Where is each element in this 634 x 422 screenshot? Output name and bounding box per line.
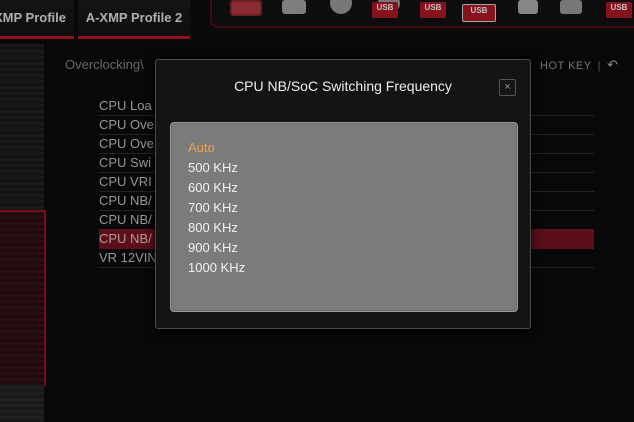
option-800-khz[interactable]: 800 KHz (188, 218, 238, 238)
option-900-khz[interactable]: 900 KHz (188, 238, 238, 258)
option-600-khz[interactable]: 600 KHz (188, 178, 238, 198)
option-700-khz[interactable]: 700 KHz (188, 198, 238, 218)
dialog-title: CPU NB/SoC Switching Frequency (234, 78, 452, 94)
option-500-khz[interactable]: 500 KHz (188, 158, 238, 178)
option-1000-khz[interactable]: 1000 KHz (188, 258, 245, 278)
close-icon[interactable]: × (499, 79, 516, 96)
frequency-option-list: Auto 500 KHz 600 KHz 700 KHz 800 KHz 900… (170, 122, 518, 312)
option-auto[interactable]: Auto (188, 138, 215, 158)
switching-frequency-dialog: CPU NB/SoC Switching Frequency × Auto 50… (155, 59, 531, 329)
